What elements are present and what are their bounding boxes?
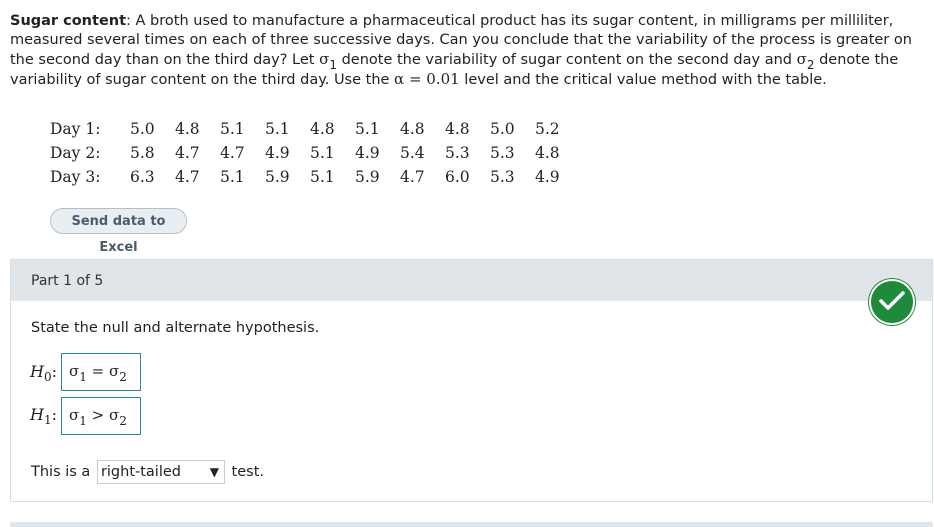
h1-subscript: 1 [43, 413, 52, 427]
day-label: Day 1: [50, 120, 101, 138]
data-cell: 4.9 [535, 168, 560, 186]
check-icon [879, 291, 905, 310]
h1-rhs-sub: 2 [119, 414, 127, 428]
test-type-value: right-tailed [100, 464, 181, 480]
h1-operator: > [91, 406, 105, 424]
data-cell: 5.1 [220, 120, 245, 138]
correct-check-badge [869, 279, 915, 325]
data-cell: 6.0 [445, 168, 470, 186]
data-row: Day 1: 5.0 4.8 5.1 5.1 4.8 5.1 4.8 4.8 5.0 5.2 [40, 117, 580, 141]
part-instruction: State the null and alternate hypothesis. [31, 320, 320, 336]
data-cell: 4.7 [175, 168, 200, 186]
h1-letter: H [30, 405, 44, 424]
data-cell: 5.4 [400, 144, 425, 162]
data-cell: 5.1 [310, 144, 335, 162]
test-suffix: test. [231, 464, 265, 480]
data-cell: 5.1 [355, 120, 380, 138]
next-part-divider [10, 522, 933, 527]
data-cell: 4.7 [220, 144, 245, 162]
test-type-select[interactable]: right-tailed ▼ [96, 460, 225, 484]
h1-answer-field[interactable]: σ1 > σ2 [61, 397, 141, 435]
h0-answer-field[interactable]: σ1 = σ2 [61, 353, 141, 391]
h1-lhs-sub: 1 [79, 414, 87, 428]
data-cell: 4.9 [265, 144, 290, 162]
data-cell: 5.1 [310, 168, 335, 186]
h0-lhs-sub: 1 [79, 370, 87, 384]
problem-text-4: level and the critical value method with… [459, 72, 827, 88]
test-type-line: This is a right-tailed ▼ test. [31, 460, 264, 484]
day-label: Day 3: [50, 168, 101, 186]
sigma-subscript-1: 1 [329, 58, 337, 72]
part-header: Part 1 of 5 [11, 260, 932, 301]
data-cell: 5.0 [130, 120, 155, 138]
test-prefix: This is a [31, 464, 91, 480]
problem-title: Sugar content [10, 13, 127, 29]
data-cell: 4.9 [355, 144, 380, 162]
problem-text-2: denote the variability of sugar content … [336, 52, 797, 68]
h1-lhs: σ [69, 406, 80, 424]
h0-subscript: 0 [43, 370, 52, 384]
sigma-subscript-2: 2 [806, 58, 815, 72]
h0-colon: : [51, 362, 57, 381]
data-cell: 4.8 [400, 120, 425, 138]
data-row: Day 3: 6.3 4.7 5.1 5.9 5.1 5.9 4.7 6.0 5.3 4.9 [40, 165, 580, 189]
data-cell: 5.3 [490, 144, 515, 162]
h1-colon: : [51, 405, 57, 424]
data-cell: 5.9 [265, 168, 290, 186]
day-label: Day 2: [50, 144, 101, 162]
data-cell: 5.2 [535, 120, 560, 138]
h0-letter: H [30, 362, 44, 381]
data-cell: 5.0 [490, 120, 515, 138]
data-cell: 5.8 [130, 144, 155, 162]
data-cell: 4.8 [175, 120, 200, 138]
alpha-expression: α = 0.01 [394, 70, 460, 88]
h0-lhs: σ [69, 362, 80, 380]
data-table: Day 1: 5.0 4.8 5.1 5.1 4.8 5.1 4.8 4.8 5.0 5.2 Day … [40, 117, 580, 189]
h0-label: H0: [30, 362, 57, 384]
data-cell: 4.8 [310, 120, 335, 138]
h0-operator: = [91, 362, 105, 380]
sigma-symbol-2: σ [796, 50, 807, 68]
h1-label: H1: [30, 405, 57, 427]
data-row: Day 2: 5.8 4.7 4.7 4.9 5.1 4.9 5.4 5.3 5.3 4.8 [40, 141, 580, 165]
h0-rhs-sub: 2 [119, 370, 127, 384]
data-cell: 5.1 [220, 168, 245, 186]
data-cell: 5.3 [490, 168, 515, 186]
h0-rhs: σ [109, 362, 120, 380]
data-cell: 4.8 [445, 120, 470, 138]
problem-statement: Sugar content: A broth used to manufactu… [10, 12, 930, 90]
data-cell: 4.7 [175, 144, 200, 162]
data-cell: 5.1 [265, 120, 290, 138]
triangle-down-icon: ▼ [209, 465, 219, 479]
sigma-symbol-1: σ [319, 50, 330, 68]
data-cell: 5.9 [355, 168, 380, 186]
h1-rhs: σ [109, 406, 120, 424]
data-cell: 6.3 [130, 168, 155, 186]
send-to-excel-button[interactable]: Send data to Excel [50, 208, 187, 255]
data-cell: 5.3 [445, 144, 470, 162]
data-cell: 4.7 [400, 168, 425, 186]
data-cell: 4.8 [535, 144, 560, 162]
